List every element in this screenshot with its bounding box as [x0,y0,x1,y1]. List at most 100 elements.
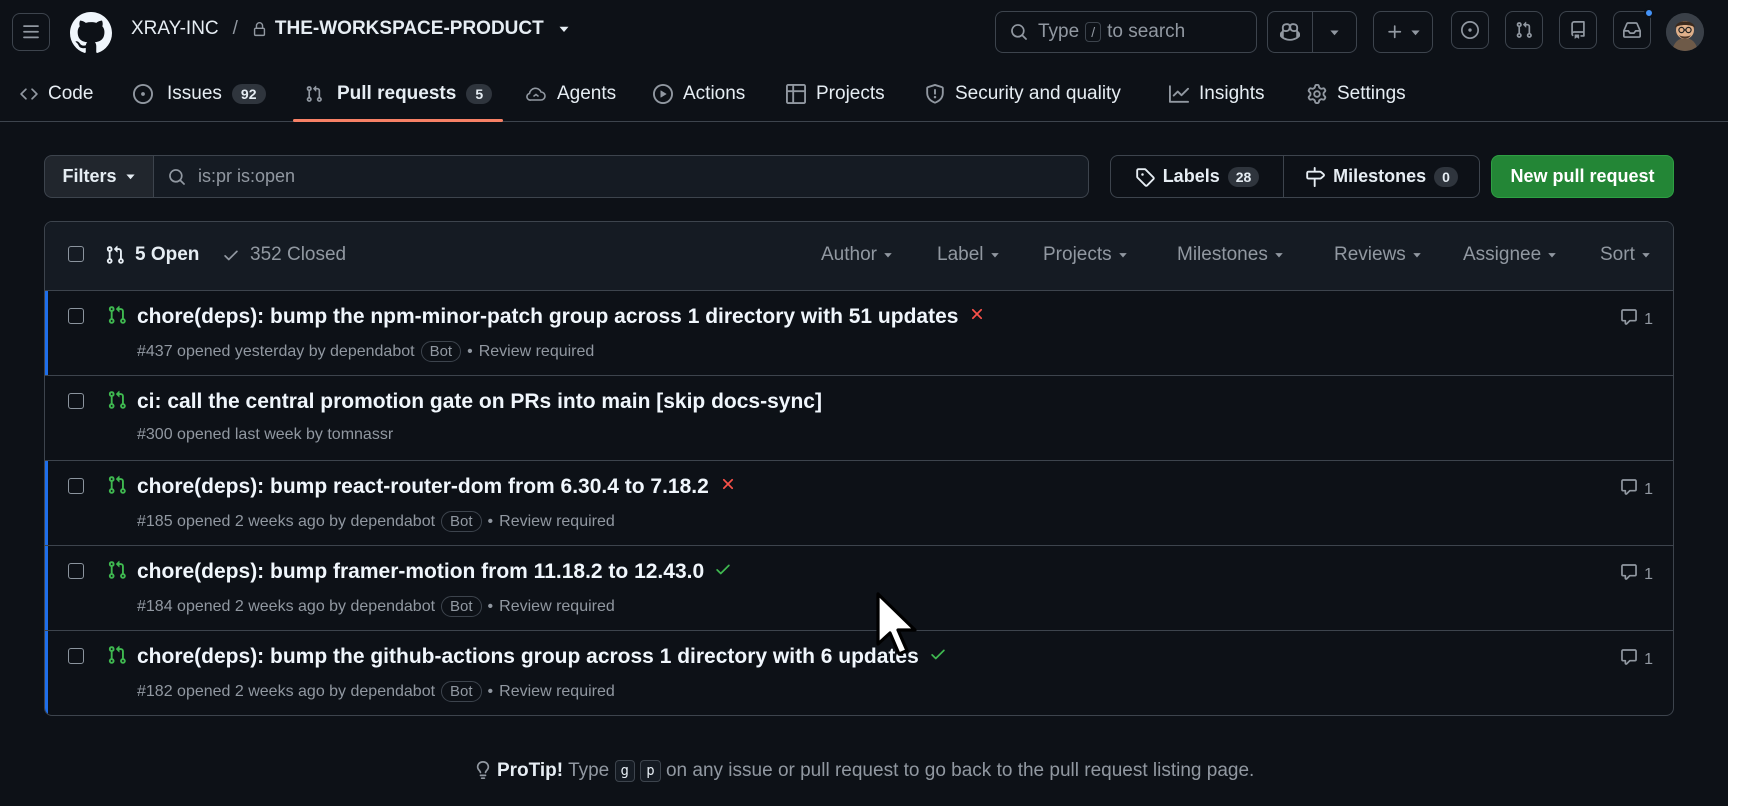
chevron-down-icon[interactable] [558,23,570,35]
pull-request-row[interactable]: ci: call the central promotion gate on P… [45,376,1673,461]
closed-filter[interactable]: 352 Closed [222,244,346,266]
pull-request-row[interactable]: chore(deps): bump the github-actions gro… [45,631,1673,715]
breadcrumb-separator: / [232,18,238,39]
filter-search-input[interactable]: is:pr is:open [153,155,1089,198]
review-status[interactable]: Review required [499,683,615,701]
reviews-filter-label: Reviews [1334,244,1406,265]
copilot-button[interactable] [1268,12,1312,52]
meta-separator: • [487,597,494,615]
bot-badge: Bot [441,511,482,532]
gear-icon [1307,84,1327,104]
tab-agents[interactable]: Agents [525,66,616,122]
menu-button[interactable] [12,13,50,51]
new-pull-request-button[interactable]: New pull request [1491,155,1674,198]
row-checkbox[interactable] [68,393,84,409]
chevron-down-icon [1410,29,1420,35]
pull-request-title[interactable]: chore(deps): bump the github-actions gro… [137,645,919,669]
row-checkbox[interactable] [68,648,84,664]
search-placeholder-prefix: Type [1038,21,1080,42]
chevron-down-icon [990,253,999,258]
review-status[interactable]: Review required [499,513,615,531]
milestones-filter[interactable]: Milestones [1177,244,1284,266]
assignee-filter-label: Assignee [1463,244,1542,265]
search-shortcut-key: / [1085,22,1102,42]
tab-security[interactable]: Security and quality [925,66,1121,122]
pull-request-row[interactable]: chore(deps): bump react-router-dom from … [45,461,1673,546]
comments-link[interactable]: 1 [1620,563,1653,586]
mouse-cursor-icon [876,592,917,656]
git-pull-request-open-icon [107,390,127,415]
row-checkbox[interactable] [68,308,84,324]
x-icon[interactable] [719,475,737,499]
closed-count-label: 352 Closed [250,244,347,265]
tab-projects[interactable]: Projects [786,66,885,122]
chevron-down-icon [1413,253,1421,258]
comments-link[interactable]: 1 [1620,308,1653,331]
check-icon[interactable] [714,560,732,584]
pull-request-row[interactable]: chore(deps): bump the npm-minor-patch gr… [45,291,1673,376]
check-icon [224,250,238,261]
row-checkbox[interactable] [68,563,84,579]
protip-label: ProTip! [496,760,564,782]
table-icon [786,84,806,104]
tab-settings-label: Settings [1337,83,1406,104]
review-status[interactable]: Review required [479,343,595,361]
pull-request-title[interactable]: chore(deps): bump framer-motion from 11.… [137,560,704,584]
graph-icon [1169,85,1189,103]
tab-issues-label: Issues [167,83,222,104]
window-edge [1728,0,1760,806]
org-link[interactable]: XRAY-INC [131,18,219,40]
review-status[interactable]: Review required [499,598,615,616]
comments-count: 1 [1644,310,1653,328]
issues-button[interactable] [1451,11,1489,49]
git-pull-request-open-icon [107,475,127,500]
pull-requests-button[interactable] [1505,11,1543,49]
repo-link[interactable]: THE-WORKSPACE-PRODUCT [275,18,544,40]
active-tab-indicator [293,119,503,122]
protip-type: Type [568,760,610,782]
pull-request-title[interactable]: chore(deps): bump react-router-dom from … [137,475,709,499]
pull-request-row[interactable]: chore(deps): bump framer-motion from 11.… [45,546,1673,631]
x-icon[interactable] [968,305,986,329]
projects-filter[interactable]: Projects [1043,244,1128,266]
chevron-down-icon [1118,253,1127,258]
pull-request-title[interactable]: ci: call the central promotion gate on P… [137,390,822,414]
protip: ProTip! Type g p on any issue or pull re… [0,760,1728,782]
search-input[interactable]: Type / to search [995,11,1257,53]
copilot-button-group [1267,11,1357,53]
avatar[interactable] [1666,13,1704,51]
check-icon[interactable] [929,645,947,669]
labels-button[interactable]: Labels 28 [1111,156,1283,197]
pull-request-title[interactable]: chore(deps): bump the npm-minor-patch gr… [137,305,958,329]
create-new-button[interactable] [1373,11,1433,53]
shield-icon [926,84,944,104]
chevron-down-icon [1642,253,1650,258]
tab-pull-requests[interactable]: Pull requests 5 [305,66,493,122]
open-filter[interactable]: 5 Open [105,244,199,266]
assignee-filter[interactable]: Assignee [1463,244,1557,266]
comments-link[interactable]: 1 [1620,478,1653,501]
repo-navigation: Code Issues 92 Pull requests 5 Agents Ac… [0,66,1728,122]
github-logo-icon[interactable] [70,12,112,54]
tab-insights-label: Insights [1199,83,1265,104]
chevron-down-icon [1330,29,1339,35]
tab-issues[interactable]: Issues 92 [133,66,266,122]
tab-code[interactable]: Code [20,66,93,122]
reviews-filter[interactable]: Reviews [1334,244,1422,266]
filters-button[interactable]: Filters [44,155,153,198]
tab-insights[interactable]: Insights [1169,66,1264,122]
select-all-checkbox[interactable] [68,246,84,262]
comments-link[interactable]: 1 [1620,648,1653,671]
tab-actions[interactable]: Actions [653,66,745,122]
repositories-button[interactable] [1559,11,1597,49]
milestones-button[interactable]: Milestones 0 [1283,156,1479,197]
sort-filter[interactable]: Sort [1600,244,1651,266]
git-pull-request-open-icon [107,645,127,670]
pull-request-title-wrap: chore(deps): bump the npm-minor-patch gr… [137,305,986,329]
tab-settings[interactable]: Settings [1307,66,1406,122]
copilot-menu-button[interactable] [1311,12,1357,52]
author-filter[interactable]: Author [821,244,893,266]
row-checkbox[interactable] [68,478,84,494]
label-filter[interactable]: Label [937,244,1000,266]
agent-cloud-icon [526,87,546,101]
